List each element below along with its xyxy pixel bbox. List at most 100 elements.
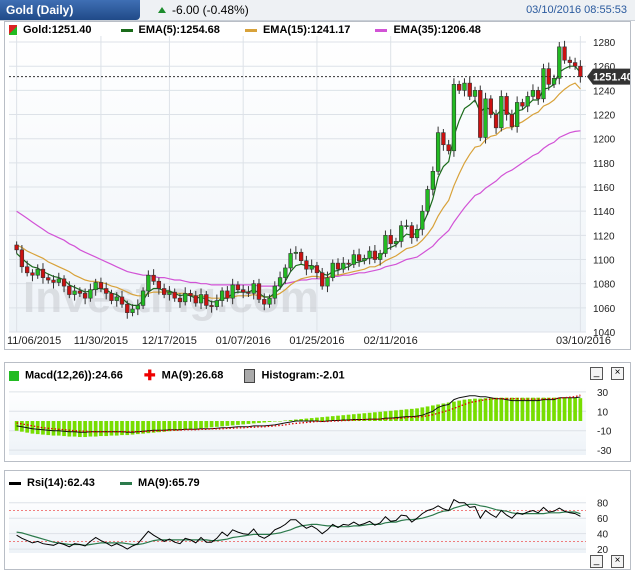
candle-body [98, 282, 104, 289]
candle-body [230, 284, 235, 299]
candle-body [130, 308, 135, 313]
rsi-y-tick-label: 80 [597, 499, 609, 510]
candle-body [335, 262, 341, 270]
price-y-tick-label: 1200 [593, 135, 616, 146]
macd-histogram-bar [557, 397, 562, 421]
candle-body [19, 249, 25, 268]
macd-histogram-bar [246, 421, 251, 424]
candle-body [457, 84, 462, 91]
candle-body [77, 290, 83, 294]
candle-body [219, 290, 225, 301]
candle [557, 42, 562, 85]
timestamp: 03/10/2016 08:55:53 [526, 4, 627, 16]
rsi-panel[interactable]: Rsi(14):62.43 MA(9):65.79 _ × 80 60 40 20 [4, 470, 631, 570]
macd-y-tick-label: 10 [597, 407, 609, 418]
price-x-tick-label: 02/11/2016 [364, 335, 418, 347]
candle-body [572, 62, 578, 67]
macd-histogram-bar [520, 397, 525, 421]
candle [451, 78, 457, 157]
price-y-tick-label: 1220 [593, 111, 616, 122]
rsi-y-tick-label: 20 [597, 545, 609, 556]
candle-body [125, 303, 130, 313]
rsi-chart-svg[interactable]: 80 60 40 20 [5, 471, 630, 569]
price-y-tick-label: 1080 [593, 280, 616, 291]
macd-histogram-bar [325, 416, 330, 421]
macd-histogram-bar [288, 420, 293, 421]
price-panel[interactable]: Investing.com 1040 1060 1080 1100 1120 1140 11… [4, 21, 631, 350]
candle-body [40, 268, 46, 278]
candle [488, 95, 493, 119]
candle-body [388, 235, 393, 245]
candle-body [267, 297, 272, 305]
candle-body [341, 262, 346, 270]
legend-gold: Gold:1251.40 [23, 24, 92, 36]
price-chart-svg[interactable]: Investing.com 10401060108011001120114011… [5, 22, 630, 349]
candle-body [35, 268, 40, 276]
chart-window: Gold (Daily) -6.00 (-0.48%) 03/10/2016 0… [0, 0, 635, 573]
macd-histogram-bar [209, 421, 214, 428]
candle-body [346, 262, 351, 265]
rsi-y-tick-label: 40 [597, 530, 609, 541]
candle-body [156, 280, 162, 289]
instrument-title[interactable]: Gold (Daily) [0, 0, 140, 20]
macd-histogram-bar [388, 410, 393, 421]
candle-body [72, 290, 77, 295]
macd-histogram-bar [510, 397, 514, 421]
candle-body [298, 251, 304, 262]
candle-body [183, 293, 188, 303]
macd-panel[interactable]: Macd(12,26)):24.66 ✚ MA(9):26.68 Histogra… [4, 362, 631, 462]
candle-body [367, 250, 372, 259]
candle [435, 126, 441, 175]
candle-legend-icon [9, 25, 17, 36]
macd-histogram-bar [562, 397, 567, 421]
candle-body [504, 96, 509, 115]
macd-histogram-bar [251, 421, 256, 424]
macd-histogram-bar [114, 421, 119, 436]
candle-body [135, 305, 140, 310]
macd-histogram-bar [541, 397, 546, 421]
candle-body [488, 98, 493, 115]
candle-body [204, 294, 209, 306]
candle-body [420, 210, 425, 230]
price-change-value: -6.00 (-0.48%) [172, 3, 249, 17]
macd-chart-svg[interactable]: 30 10 -10 -30 [5, 363, 630, 461]
macd-histogram-bar [178, 421, 182, 431]
macd-histogram-bar [56, 421, 61, 436]
macd-histogram-bar [462, 399, 467, 421]
macd-histogram-bar [431, 405, 435, 421]
candle-body [499, 96, 504, 129]
macd-histogram-bar [320, 417, 325, 421]
candle-body [435, 132, 441, 172]
candle-body [478, 90, 483, 138]
macd-histogram-bar [478, 398, 483, 421]
candle-body [167, 291, 172, 295]
candle-body [330, 262, 335, 278]
macd-y-tick-label: -30 [597, 446, 612, 457]
macd-histogram-bar [452, 401, 456, 421]
candle-body [241, 289, 246, 293]
candle-body [530, 90, 536, 97]
price-legend: Gold:1251.40 EMA(5):1254.68 EMA(15):1241… [9, 24, 481, 36]
macd-histogram-bar [183, 421, 188, 430]
macd-histogram-bar [225, 421, 230, 426]
candle-body [277, 277, 283, 287]
macd-histogram-bar [241, 421, 246, 425]
candle-body [288, 253, 293, 269]
macd-histogram-bar [267, 421, 272, 422]
macd-histogram-bar [515, 397, 519, 421]
macd-histogram-bar [483, 398, 488, 421]
candle-body [209, 305, 214, 307]
macd-histogram-bar [67, 421, 72, 437]
macd-histogram-bar [536, 397, 541, 421]
candle-body [467, 82, 472, 97]
macd-histogram-bar [573, 397, 577, 421]
candle-body [193, 295, 198, 304]
candle-body [14, 244, 19, 251]
last-price-tag: 1251.40 [587, 68, 630, 85]
macd-histogram-bar [236, 421, 240, 425]
macd-histogram-bar [315, 417, 319, 421]
ema35-line-icon [375, 28, 388, 32]
candle-body [446, 144, 451, 152]
candle-body [520, 102, 525, 107]
candle-body [172, 291, 177, 299]
